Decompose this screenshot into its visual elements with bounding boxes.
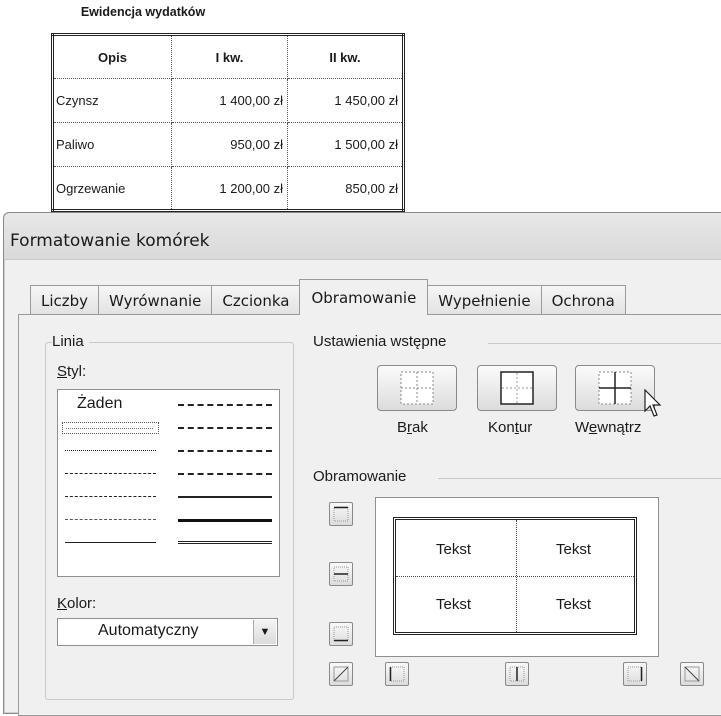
- line-style-thin[interactable]: [65, 542, 156, 543]
- line-style-list[interactable]: Żaden: [57, 389, 280, 577]
- table-cell[interactable]: 1 450,00 zł: [287, 78, 404, 123]
- border-diagonal-down-button[interactable]: [680, 662, 704, 686]
- border-diagonal-up-icon: [333, 666, 349, 682]
- border-group-label: Obramowanie: [313, 468, 412, 485]
- tab-numbers[interactable]: Liczby: [30, 285, 100, 315]
- dropdown-arrow-icon[interactable]: ▼: [253, 620, 276, 644]
- presets-group: [488, 343, 721, 344]
- border-diagonal-up-button[interactable]: [329, 662, 353, 686]
- line-group-label: Linia: [52, 333, 89, 350]
- line-style-none[interactable]: Żaden: [77, 395, 122, 413]
- border-bottom-icon: [333, 626, 349, 642]
- preset-outline-icon: [500, 371, 534, 405]
- line-style-dashed[interactable]: [65, 519, 156, 520]
- table-cell[interactable]: Paliwo: [52, 122, 172, 167]
- table-cell[interactable]: 1 200,00 zł: [171, 166, 288, 211]
- table-cell[interactable]: 850,00 zł: [287, 166, 404, 211]
- border-inside-horizontal-icon: [333, 566, 349, 582]
- table-header-row: Opis I kw. II kw.: [52, 34, 404, 79]
- preview-text: Tekst: [556, 541, 592, 558]
- mouse-cursor-icon: [644, 389, 662, 417]
- line-style-dash-dot-dot[interactable]: [65, 473, 156, 474]
- preset-none-button[interactable]: [377, 365, 457, 411]
- preview-text: Tekst: [436, 596, 472, 613]
- border-right-button[interactable]: [623, 662, 647, 686]
- border-top-button[interactable]: [329, 502, 353, 526]
- preset-inside-button[interactable]: [575, 365, 655, 411]
- line-style-medium-dashed[interactable]: [178, 473, 272, 475]
- line-style-dotted[interactable]: [65, 450, 156, 451]
- color-select[interactable]: Automatyczny ▼: [57, 618, 278, 646]
- preset-outline-label: Kontur: [488, 419, 533, 436]
- border-inside-horizontal-button[interactable]: [329, 562, 353, 586]
- border-bottom-button[interactable]: [329, 622, 353, 646]
- expense-table: Opis I kw. II kw. Czynsz 1 400,00 zł 1 4…: [51, 33, 405, 212]
- line-style-medium[interactable]: [178, 496, 272, 498]
- border-top-icon: [333, 506, 349, 522]
- preset-outline-button[interactable]: [477, 365, 557, 411]
- color-select-value: Automatyczny: [98, 622, 199, 639]
- tab-alignment[interactable]: Wyrównanie: [98, 285, 213, 315]
- border-diagonal-down-icon: [684, 666, 700, 682]
- border-inside-vertical-icon: [509, 666, 525, 682]
- preset-none-icon: [400, 371, 434, 405]
- preset-none-label: Brak: [397, 419, 428, 436]
- border-preview-grid: Tekst Tekst Tekst Tekst: [393, 517, 637, 635]
- preset-inside-icon: [598, 371, 632, 405]
- table-row: Czynsz 1 400,00 zł 1 450,00 zł: [52, 78, 404, 123]
- table-cell[interactable]: 950,00 zł: [171, 122, 288, 167]
- color-label: Kolor:: [57, 595, 102, 612]
- tab-protection[interactable]: Ochrona: [540, 285, 626, 315]
- border-right-icon: [627, 666, 643, 682]
- column-header-q2[interactable]: II kw.: [287, 34, 404, 79]
- table-cell[interactable]: Czynsz: [52, 78, 172, 123]
- presets-group-label: Ustawienia wstępne: [313, 333, 452, 350]
- column-header-description[interactable]: Opis: [52, 34, 172, 79]
- border-left-icon: [389, 666, 405, 682]
- line-style-medium-dash-dot-dot[interactable]: [178, 404, 272, 406]
- tab-fill[interactable]: Wypełnienie: [427, 285, 542, 315]
- line-style-dash-dot[interactable]: [65, 496, 156, 497]
- tab-font[interactable]: Czcionka: [211, 285, 301, 315]
- preview-text: Tekst: [436, 541, 472, 558]
- table-cell[interactable]: Ogrzewanie: [52, 166, 172, 211]
- sheet-title: Ewidencja wydatków: [80, 5, 206, 19]
- line-style-thick[interactable]: [178, 519, 272, 522]
- style-label: Styl:: [57, 363, 92, 380]
- border-group: [438, 478, 721, 479]
- border-left-button[interactable]: [385, 662, 409, 686]
- table-cell[interactable]: 1 400,00 zł: [171, 78, 288, 123]
- table-row: Paliwo 950,00 zł 1 500,00 zł: [52, 122, 404, 167]
- line-style-medium-dash-dot[interactable]: [178, 450, 272, 452]
- tab-strip: Liczby Wyrównanie Czcionka Obramowanie W…: [30, 279, 626, 315]
- table-cell[interactable]: 1 500,00 zł: [287, 122, 404, 167]
- line-style-double[interactable]: [178, 541, 272, 544]
- border-preview[interactable]: Tekst Tekst Tekst Tekst: [375, 497, 659, 657]
- column-header-q1[interactable]: I kw.: [171, 34, 288, 79]
- dialog-title: Formatowanie komórek: [10, 231, 210, 251]
- line-style-slant-dash-dot[interactable]: [178, 427, 272, 429]
- border-inside-vertical-button[interactable]: [505, 662, 529, 686]
- line-style-hairline-selected[interactable]: [62, 422, 159, 434]
- preview-inner-horizontal-line: [396, 576, 634, 577]
- preview-text: Tekst: [556, 596, 592, 613]
- preset-inside-label: Wewnątrz: [575, 419, 642, 436]
- tab-border[interactable]: Obramowanie: [299, 279, 429, 315]
- table-row: Ogrzewanie 1 200,00 zł 850,00 zł: [52, 166, 404, 211]
